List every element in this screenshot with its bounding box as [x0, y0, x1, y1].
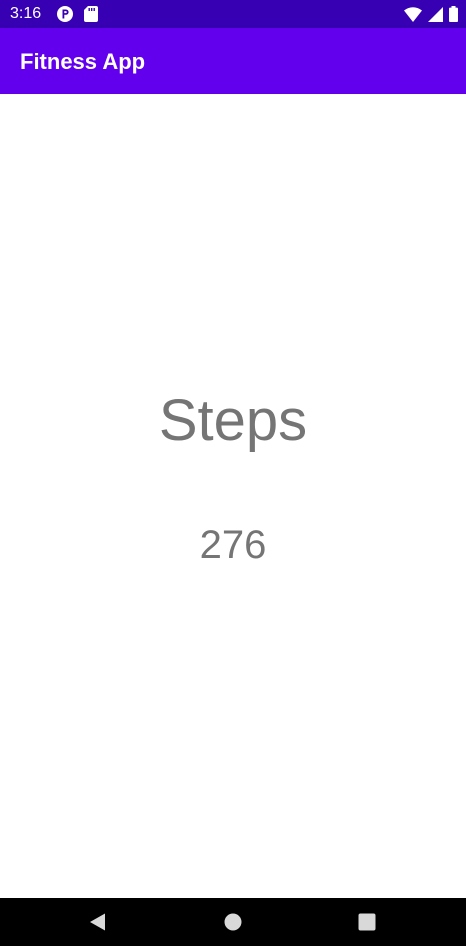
badge-p-icon [56, 5, 74, 23]
sd-card-icon [84, 6, 98, 22]
main-content: Steps 276 [0, 94, 466, 898]
signal-icon [428, 6, 443, 22]
steps-label: Steps [158, 388, 308, 453]
steps-count: 276 [199, 523, 267, 567]
home-icon [223, 912, 243, 932]
app-bar: Fitness App [0, 28, 466, 94]
wifi-icon [404, 6, 422, 22]
back-button[interactable] [88, 912, 108, 932]
recents-icon [357, 912, 377, 932]
recents-button[interactable] [357, 912, 377, 932]
home-button[interactable] [223, 912, 243, 932]
screen: 3:16 Fitness App Steps 276 [0, 0, 466, 946]
status-left-icons [56, 5, 98, 23]
status-time: 3:16 [10, 5, 42, 22]
app-title: Fitness App [20, 49, 146, 74]
status-bar: 3:16 [0, 0, 466, 28]
navigation-bar [0, 898, 466, 946]
battery-icon [449, 6, 458, 22]
status-right-icons [404, 5, 458, 23]
back-icon [88, 912, 108, 932]
